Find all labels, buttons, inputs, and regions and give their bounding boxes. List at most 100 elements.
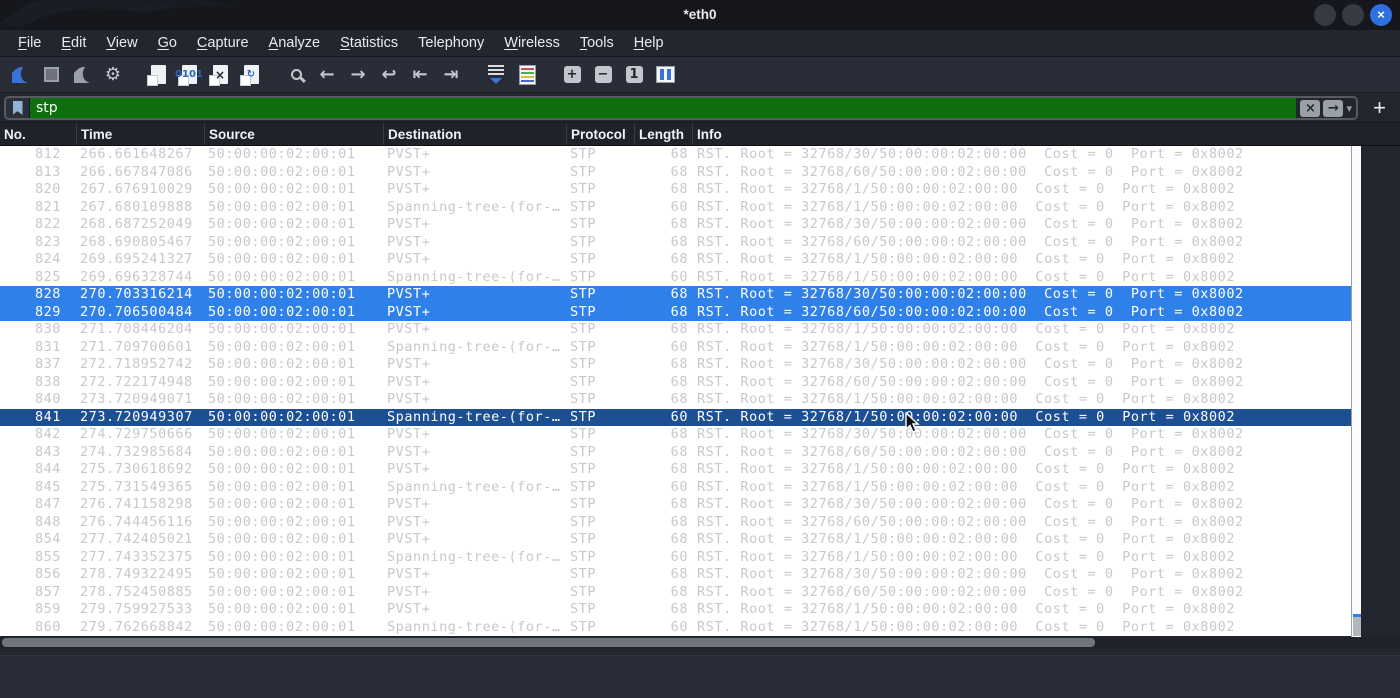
packet-row-830[interactable]: 830 271.708446204 50:00:00:02:00:01 PVST+ ST… <box>0 321 1352 339</box>
find-packet-icon[interactable] <box>282 61 310 89</box>
minimize-button[interactable] <box>1314 4 1336 26</box>
packet-row-823[interactable]: 823 268.690805467 50:00:00:02:00:01 PVST+ ST… <box>0 233 1352 251</box>
go-back-icon[interactable]: ← <box>313 61 341 89</box>
cell-no: 842 <box>34 426 61 442</box>
cell-length: 68 <box>670 216 688 232</box>
packet-row-840[interactable]: 840 273.720949071 50:00:00:02:00:01 PVST+ ST… <box>0 391 1352 409</box>
menu-tools[interactable]: Tools <box>570 30 624 57</box>
column-header-length[interactable]: Length <box>635 124 693 145</box>
packet-row-843[interactable]: 843 274.732985684 50:00:00:02:00:01 PVST+ ST… <box>0 443 1352 461</box>
add-filter-expression-button[interactable]: + <box>1373 94 1386 122</box>
packet-row-857[interactable]: 857 278.752450885 50:00:00:02:00:01 PVST+ ST… <box>0 583 1352 601</box>
column-header-source[interactable]: Source <box>205 124 384 145</box>
packet-row-837[interactable]: 837 272.718952742 50:00:00:02:00:01 PVST+ ST… <box>0 356 1352 374</box>
column-header-time[interactable]: Time <box>77 124 205 145</box>
menu-telephony[interactable]: Telephony <box>408 30 494 57</box>
open-file-icon[interactable] <box>144 61 172 89</box>
packet-row-859[interactable]: 859 279.759927533 50:00:00:02:00:01 PVST+ ST… <box>0 601 1352 619</box>
cell-destination: Spanning-tree-(for-… <box>387 618 561 635</box>
column-header-protocol[interactable]: Protocol <box>567 124 635 145</box>
packet-row-845[interactable]: 845 275.731549365 50:00:00:02:00:01 Spannin… <box>0 478 1352 496</box>
cell-time: 266.661648267 <box>80 146 193 162</box>
cell-info: RST. Root = 32768/60/50:00:00:02:00:00 C… <box>697 583 1244 600</box>
menu-file[interactable]: File <box>8 30 51 57</box>
close-file-icon[interactable]: × <box>206 61 234 89</box>
packet-row-844[interactable]: 844 275.730618692 50:00:00:02:00:01 PVST+ ST… <box>0 461 1352 479</box>
cell-time: 279.762668842 <box>80 618 193 635</box>
cell-source: 50:00:00:02:00:01 <box>208 338 356 355</box>
cell-protocol: STP <box>570 548 597 565</box>
cell-destination: PVST+ <box>387 321 431 337</box>
filter-dropdown-caret[interactable]: ▾ <box>1346 102 1352 115</box>
maximize-button[interactable] <box>1342 4 1364 26</box>
go-to-packet-icon[interactable]: ↩ <box>375 61 403 89</box>
go-first-packet-icon[interactable]: ⇤ <box>406 61 434 89</box>
menu-view[interactable]: View <box>96 30 147 57</box>
menu-edit[interactable]: Edit <box>51 30 96 57</box>
vertical-scrollbar[interactable] <box>1351 146 1361 637</box>
go-last-packet-icon[interactable]: ⇥ <box>437 61 465 89</box>
apply-filter-button[interactable]: → <box>1323 99 1344 117</box>
save-file-icon[interactable]: 0101 <box>175 61 203 89</box>
cell-destination: PVST+ <box>387 496 431 512</box>
menu-help[interactable]: Help <box>624 30 674 57</box>
menu-capture[interactable]: Capture <box>187 30 259 57</box>
packet-row-829[interactable]: 829 270.706500484 50:00:00:02:00:01 PVST+ ST… <box>0 303 1352 321</box>
cell-destination: PVST+ <box>387 566 431 582</box>
column-header-no[interactable]: No. <box>0 124 77 145</box>
packet-row-847[interactable]: 847 276.741158298 50:00:00:02:00:01 PVST+ ST… <box>0 496 1352 514</box>
vertical-scrollbar-thumb[interactable] <box>1353 614 1361 636</box>
packet-row-860[interactable]: 860 279.762668842 50:00:00:02:00:01 Spannin… <box>0 618 1352 636</box>
cell-source: 50:00:00:02:00:01 <box>208 601 356 617</box>
stop-capture-icon[interactable] <box>37 61 65 89</box>
packet-row-824[interactable]: 824 269.695241327 50:00:00:02:00:01 PVST+ ST… <box>0 251 1352 269</box>
packet-row-841[interactable]: 841 273.720949307 50:00:00:02:00:01 Spannin… <box>0 408 1352 426</box>
zoom-in-icon[interactable]: + <box>558 61 586 89</box>
packet-row-812[interactable]: 812 266.661648267 50:00:00:02:00:01 PVST+ ST… <box>0 146 1352 164</box>
packet-list-header: No. Time Source Destination Protocol Length In… <box>0 124 1400 146</box>
packet-row-822[interactable]: 822 268.687252049 50:00:00:02:00:01 PVST+ ST… <box>0 216 1352 234</box>
start-capture-icon[interactable] <box>6 61 34 89</box>
column-header-info[interactable]: Info <box>693 124 1400 145</box>
horizontal-scrollbar-thumb[interactable] <box>2 638 1095 647</box>
menu-wireless[interactable]: Wireless <box>494 30 570 57</box>
filter-input-area[interactable]: stp <box>30 98 1296 118</box>
menu-analyze[interactable]: Analyze <box>259 30 331 57</box>
clear-filter-button[interactable]: × <box>1300 99 1321 117</box>
mouse-cursor <box>905 412 920 433</box>
cell-protocol: STP <box>570 496 597 512</box>
packet-row-831[interactable]: 831 271.709700601 50:00:00:02:00:01 Spannin… <box>0 338 1352 356</box>
packet-row-828[interactable]: 828 270.703316214 50:00:00:02:00:01 PVST+ ST… <box>0 286 1352 304</box>
packet-row-813[interactable]: 813 266.667847086 50:00:00:02:00:01 PVST+ ST… <box>0 163 1352 181</box>
close-button[interactable]: × <box>1370 4 1392 26</box>
cell-time: 267.680109888 <box>80 198 193 215</box>
zoom-out-icon[interactable]: − <box>589 61 617 89</box>
restart-capture-icon[interactable] <box>68 61 96 89</box>
packet-row-820[interactable]: 820 267.676910029 50:00:00:02:00:01 PVST+ ST… <box>0 181 1352 199</box>
horizontal-scrollbar[interactable] <box>0 637 1400 648</box>
packet-row-855[interactable]: 855 277.743352375 50:00:00:02:00:01 Spannin… <box>0 548 1352 566</box>
packet-row-838[interactable]: 838 272.722174948 50:00:00:02:00:01 PVST+ ST… <box>0 373 1352 391</box>
auto-scroll-icon[interactable] <box>482 61 510 89</box>
packet-row-854[interactable]: 854 277.742405021 50:00:00:02:00:01 PVST+ ST… <box>0 531 1352 549</box>
cell-length: 60 <box>670 338 688 355</box>
packet-row-842[interactable]: 842 274.729750666 50:00:00:02:00:01 PVST+ ST… <box>0 426 1352 444</box>
packet-row-856[interactable]: 856 278.749322495 50:00:00:02:00:01 PVST+ ST… <box>0 566 1352 584</box>
packet-row-848[interactable]: 848 276.744456116 50:00:00:02:00:01 PVST+ ST… <box>0 513 1352 531</box>
cell-time: 267.676910029 <box>80 181 193 197</box>
menu-statistics[interactable]: Statistics <box>330 30 408 57</box>
reload-file-icon[interactable]: ↻ <box>237 61 265 89</box>
go-forward-icon[interactable]: → <box>344 61 372 89</box>
display-filter-field[interactable]: stp × → ▾ <box>4 96 1358 120</box>
zoom-100-icon[interactable]: 1 <box>620 61 648 89</box>
resize-columns-icon[interactable] <box>651 61 679 89</box>
packet-row-821[interactable]: 821 267.680109888 50:00:00:02:00:01 Spannin… <box>0 198 1352 216</box>
filter-bookmark-button[interactable] <box>6 98 30 118</box>
capture-options-icon[interactable]: ⚙ <box>99 61 127 89</box>
menu-go[interactable]: Go <box>148 30 187 57</box>
cell-destination: PVST+ <box>387 373 431 390</box>
colorize-icon[interactable] <box>513 61 541 89</box>
pane-splitter[interactable]: ····· <box>0 648 1400 664</box>
column-header-destination[interactable]: Destination <box>384 124 567 145</box>
packet-row-825[interactable]: 825 269.696328744 50:00:00:02:00:01 Spannin… <box>0 268 1352 286</box>
